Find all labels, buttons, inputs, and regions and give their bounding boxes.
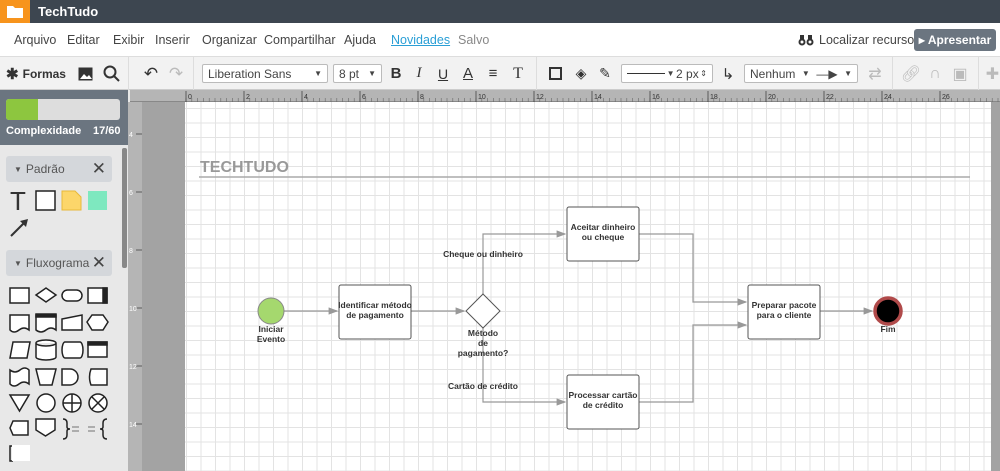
svg-text:de pagamento: de pagamento [346, 310, 404, 320]
ruler-label: 8 [129, 248, 133, 255]
connector-decision-accept[interactable] [482, 230, 567, 294]
ruler-label: 14 [594, 94, 602, 101]
svg-text:pagamento?: pagamento? [458, 348, 509, 358]
ruler-label: 6 [129, 190, 133, 197]
svg-text:Aceitar dinheiro: Aceitar dinheiro [571, 222, 636, 232]
branch-label-top: Cheque ou dinheiro [443, 249, 523, 259]
ruler-label: 10 [478, 94, 486, 101]
svg-text:de: de [478, 338, 488, 348]
ruler-label: 4 [304, 94, 308, 101]
ruler-label: 2 [246, 94, 250, 101]
diagram-canvas: 0 2 4 6 8 10 12 14 16 18 20 22 24 26468101214 TECHTUD… [129, 91, 999, 430]
svg-text:para o cliente: para o cliente [757, 310, 812, 320]
connector-accept-prepare[interactable] [639, 233, 748, 306]
payment-decision[interactable] [465, 293, 501, 329]
ruler-label: 12 [536, 94, 544, 101]
ruler-label: 18 [710, 94, 718, 101]
start-label: Iniciar [258, 324, 284, 334]
connector-process-prepare[interactable] [639, 321, 748, 403]
svg-text:Processar cartão: Processar cartão [569, 390, 638, 400]
start-label: Evento [257, 334, 285, 344]
end-event[interactable] [873, 296, 903, 326]
svg-text:de crédito: de crédito [583, 400, 624, 410]
end-label: Fim [880, 324, 896, 334]
ruler-label: 0 [188, 94, 192, 101]
ruler-label: 22 [826, 94, 834, 101]
svg-text:Método: Método [468, 328, 498, 338]
svg-text:ou cheque: ou cheque [582, 232, 625, 242]
start-event[interactable] [257, 297, 285, 325]
ruler-label: 6 [362, 94, 366, 101]
ruler-label: 4 [129, 132, 133, 139]
svg-text:Preparar pacote: Preparar pacote [752, 300, 817, 310]
ruler-label: 14 [129, 422, 137, 429]
ruler-label: 8 [420, 94, 424, 101]
ruler-label: 20 [768, 94, 776, 101]
ruler-label: 10 [129, 306, 137, 313]
diagram-heading[interactable]: TECHTUDO [200, 159, 289, 176]
ruler-label: 26 [942, 94, 950, 101]
ruler-label: 24 [884, 94, 892, 101]
ruler-label: 16 [652, 94, 660, 101]
svg-text:Identificar método: Identificar método [338, 300, 412, 310]
ruler-label: 12 [129, 364, 137, 371]
branch-label-bottom: Cartão de crédito [448, 381, 518, 391]
